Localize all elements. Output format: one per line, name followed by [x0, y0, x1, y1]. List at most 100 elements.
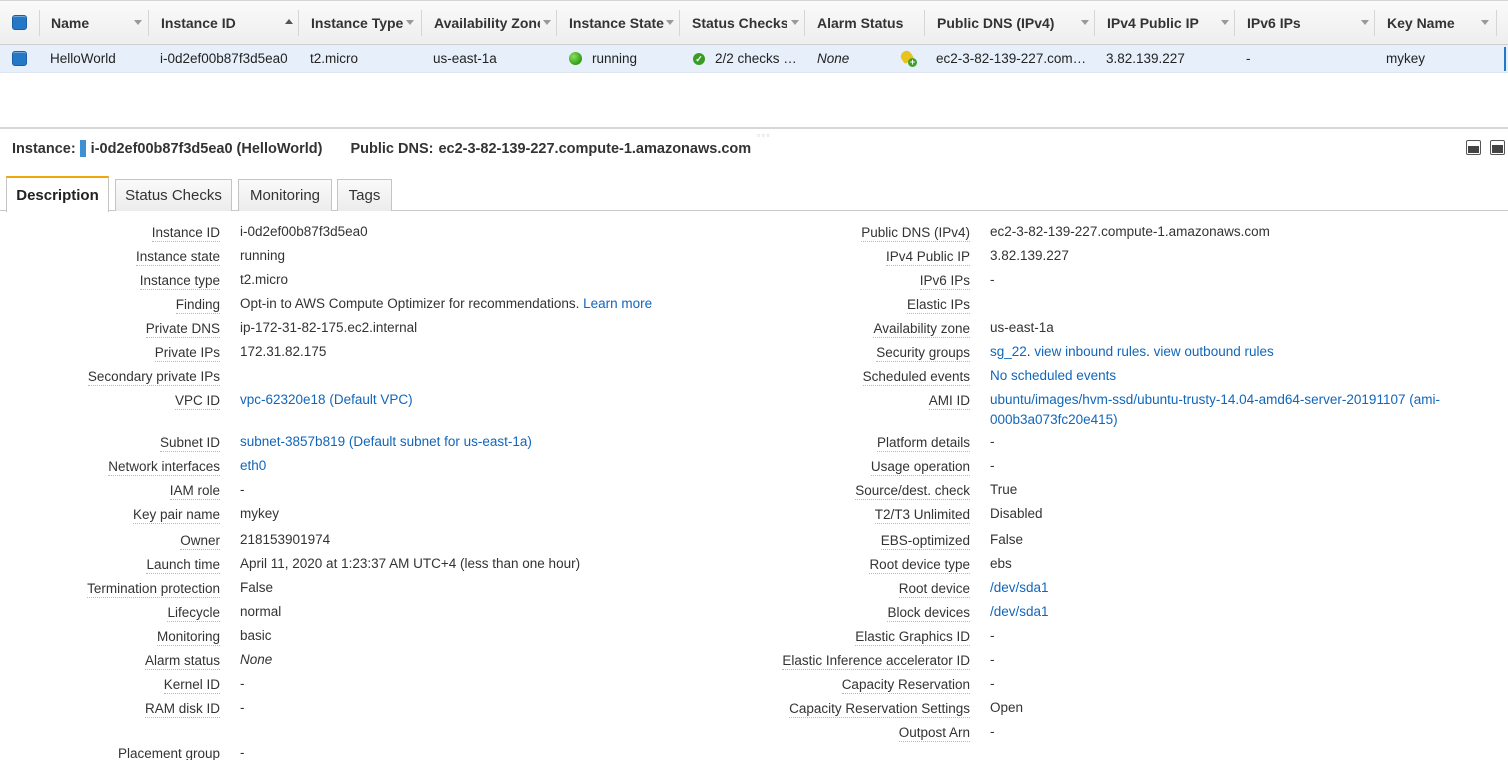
value-termination-protection: False	[240, 580, 274, 595]
tab-description[interactable]: Description	[6, 176, 109, 212]
cell-instance-id: i-0d2ef00b87f3d5ea0	[160, 51, 288, 66]
table-row[interactable]: HelloWorld i-0d2ef00b87f3d5ea0 t2.micro …	[0, 45, 1508, 73]
network-interface-link[interactable]: eth0	[240, 458, 266, 473]
column-header-availability-zone[interactable]: Availability Zone	[434, 1, 540, 44]
label-usage-operation: Usage operation	[870, 459, 970, 476]
instance-value: i-0d2ef00b87f3d5ea0 (HelloWorld)	[90, 140, 323, 157]
subnet-id-link[interactable]: subnet-3857b819 (Default subnet for us-e…	[240, 434, 532, 449]
value-ipv6-ips: -	[990, 272, 995, 287]
value-elastic-graphics-id: -	[990, 628, 995, 643]
label-availability-zone: Availability zone	[873, 321, 970, 338]
row-checkbox[interactable]	[12, 45, 27, 72]
label-ebs-optimized: EBS-optimized	[880, 533, 970, 550]
select-all-checkbox[interactable]	[12, 1, 27, 44]
label-placement-group: Placement group	[118, 746, 220, 760]
label-elastic-ips: Elastic IPs	[906, 297, 970, 314]
cell-public-dns: ec2-3-82-139-227.com…	[936, 51, 1087, 66]
column-header-ipv6-ips[interactable]: IPv6 IPs	[1247, 1, 1357, 44]
tab-status-checks[interactable]: Status Checks	[115, 179, 232, 211]
value-iam-role: -	[240, 482, 245, 497]
label-network-interfaces: Network interfaces	[108, 459, 220, 476]
label-instance-id: Instance ID	[151, 225, 220, 242]
chevron-down-icon[interactable]	[1361, 20, 1369, 25]
label-platform-details: Platform details	[876, 435, 970, 452]
drag-handle-icon[interactable]: ▫▫▫	[757, 131, 772, 140]
value-capacity-reservation: -	[990, 676, 995, 691]
tab-monitoring[interactable]: Monitoring	[238, 179, 332, 211]
column-header-alarm-status[interactable]: Alarm Status	[817, 1, 912, 44]
detail-header: Instance: i-0d2ef00b87f3d5ea0 (HelloWorl…	[12, 140, 751, 157]
column-header-ipv4-public-ip[interactable]: IPv4 Public IP	[1107, 1, 1217, 44]
column-header-name[interactable]: Name	[51, 1, 131, 44]
table-header: Name Instance ID Instance Type Availabil…	[0, 0, 1508, 45]
ami-id-link[interactable]: ubuntu/images/hvm-ssd/ubuntu-trusty-14.0…	[990, 392, 1440, 407]
value-monitoring: basic	[240, 628, 272, 643]
value-launch-time: April 11, 2020 at 1:23:37 AM UTC+4 (less…	[240, 556, 581, 571]
value-t2-t3-unlimited: Disabled	[990, 506, 1043, 521]
ami-id-link-continued[interactable]: 000b3a073fc20e415)	[990, 412, 1118, 427]
check-circle-icon: ✓	[693, 52, 705, 65]
panel-collapse-icon[interactable]	[1466, 140, 1481, 155]
column-header-status-checks[interactable]: Status Checks	[692, 1, 787, 44]
value-private-ips: 172.31.82.175	[240, 344, 327, 359]
label-iam-role: IAM role	[169, 483, 220, 500]
chevron-down-icon[interactable]	[406, 20, 414, 25]
running-status-icon	[569, 52, 582, 65]
column-header-instance-id[interactable]: Instance ID	[161, 1, 281, 44]
value-security-groups: sg_22. view inbound rules. view outbound…	[990, 344, 1274, 359]
vpc-id-link[interactable]: vpc-62320e18 (Default VPC)	[240, 392, 413, 407]
chevron-down-icon[interactable]	[1221, 20, 1229, 25]
label-secondary-private-ips: Secondary private IPs	[87, 369, 220, 386]
label-alarm-status: Alarm status	[144, 653, 220, 670]
security-group-link[interactable]: sg_22	[990, 344, 1027, 359]
label-kernel-id: Kernel ID	[163, 677, 220, 694]
value-public-dns-ipv4: ec2-3-82-139-227.compute-1.amazonaws.com	[990, 224, 1270, 239]
label-root-device: Root device	[898, 581, 970, 598]
cell-availability-zone: us-east-1a	[433, 51, 497, 66]
label-ami-id: AMI ID	[928, 393, 970, 410]
column-header-public-dns[interactable]: Public DNS (IPv4)	[937, 1, 1077, 44]
cell-alarm-status: None	[817, 51, 850, 66]
value-ebs-optimized: False	[990, 532, 1024, 547]
learn-more-link[interactable]: Learn more	[583, 296, 652, 311]
root-device-link[interactable]: /dev/sda1	[990, 580, 1049, 595]
column-header-instance-type[interactable]: Instance Type	[311, 1, 403, 44]
label-termination-protection: Termination protection	[87, 581, 220, 598]
chevron-down-icon[interactable]	[666, 20, 674, 25]
panel-splitter[interactable]	[0, 127, 1508, 129]
label-vpc-id: VPC ID	[174, 393, 220, 410]
sort-ascending-icon[interactable]	[285, 19, 293, 24]
block-devices-link[interactable]: /dev/sda1	[990, 604, 1049, 619]
instance-color-marker	[79, 140, 86, 157]
label-outpost-arn: Outpost Arn	[898, 725, 970, 742]
chevron-down-icon[interactable]	[543, 20, 551, 25]
cell-ipv4-public-ip: 3.82.139.227	[1106, 51, 1185, 66]
column-header-instance-state[interactable]: Instance State	[569, 1, 664, 44]
add-alarm-icon[interactable]: +	[899, 45, 921, 72]
public-dns-label: Public DNS:	[350, 140, 434, 157]
value-instance-id: i-0d2ef00b87f3d5ea0	[240, 224, 368, 239]
instance-label: Instance:	[12, 140, 76, 157]
chevron-down-icon[interactable]	[1081, 20, 1089, 25]
view-inbound-rules-link[interactable]: view inbound rules	[1034, 344, 1146, 359]
chevron-down-icon[interactable]	[1481, 20, 1489, 25]
cell-name: HelloWorld	[50, 51, 116, 66]
label-monitoring: Monitoring	[156, 629, 220, 646]
label-source-dest-check: Source/dest. check	[855, 483, 970, 500]
scheduled-events-link[interactable]: No scheduled events	[990, 368, 1116, 383]
chevron-down-icon[interactable]	[134, 20, 142, 25]
view-outbound-rules-link[interactable]: view outbound rules	[1154, 344, 1274, 359]
label-elastic-graphics-id: Elastic Graphics ID	[855, 629, 970, 646]
value-private-dns: ip-172-31-82-175.ec2.internal	[240, 320, 418, 335]
chevron-down-icon[interactable]	[791, 20, 799, 25]
panel-maximize-icon[interactable]	[1490, 140, 1505, 155]
value-instance-type: t2.micro	[240, 272, 289, 287]
cell-ipv6-ips: -	[1246, 51, 1251, 66]
label-finding: Finding	[175, 297, 220, 314]
tab-tags[interactable]: Tags	[337, 179, 392, 211]
value-availability-zone: us-east-1a	[990, 320, 1054, 335]
value-platform-details: -	[990, 434, 995, 449]
column-header-key-name[interactable]: Key Name	[1387, 1, 1477, 44]
label-block-devices: Block devices	[887, 605, 970, 622]
label-t2-t3-unlimited: T2/T3 Unlimited	[874, 507, 970, 524]
